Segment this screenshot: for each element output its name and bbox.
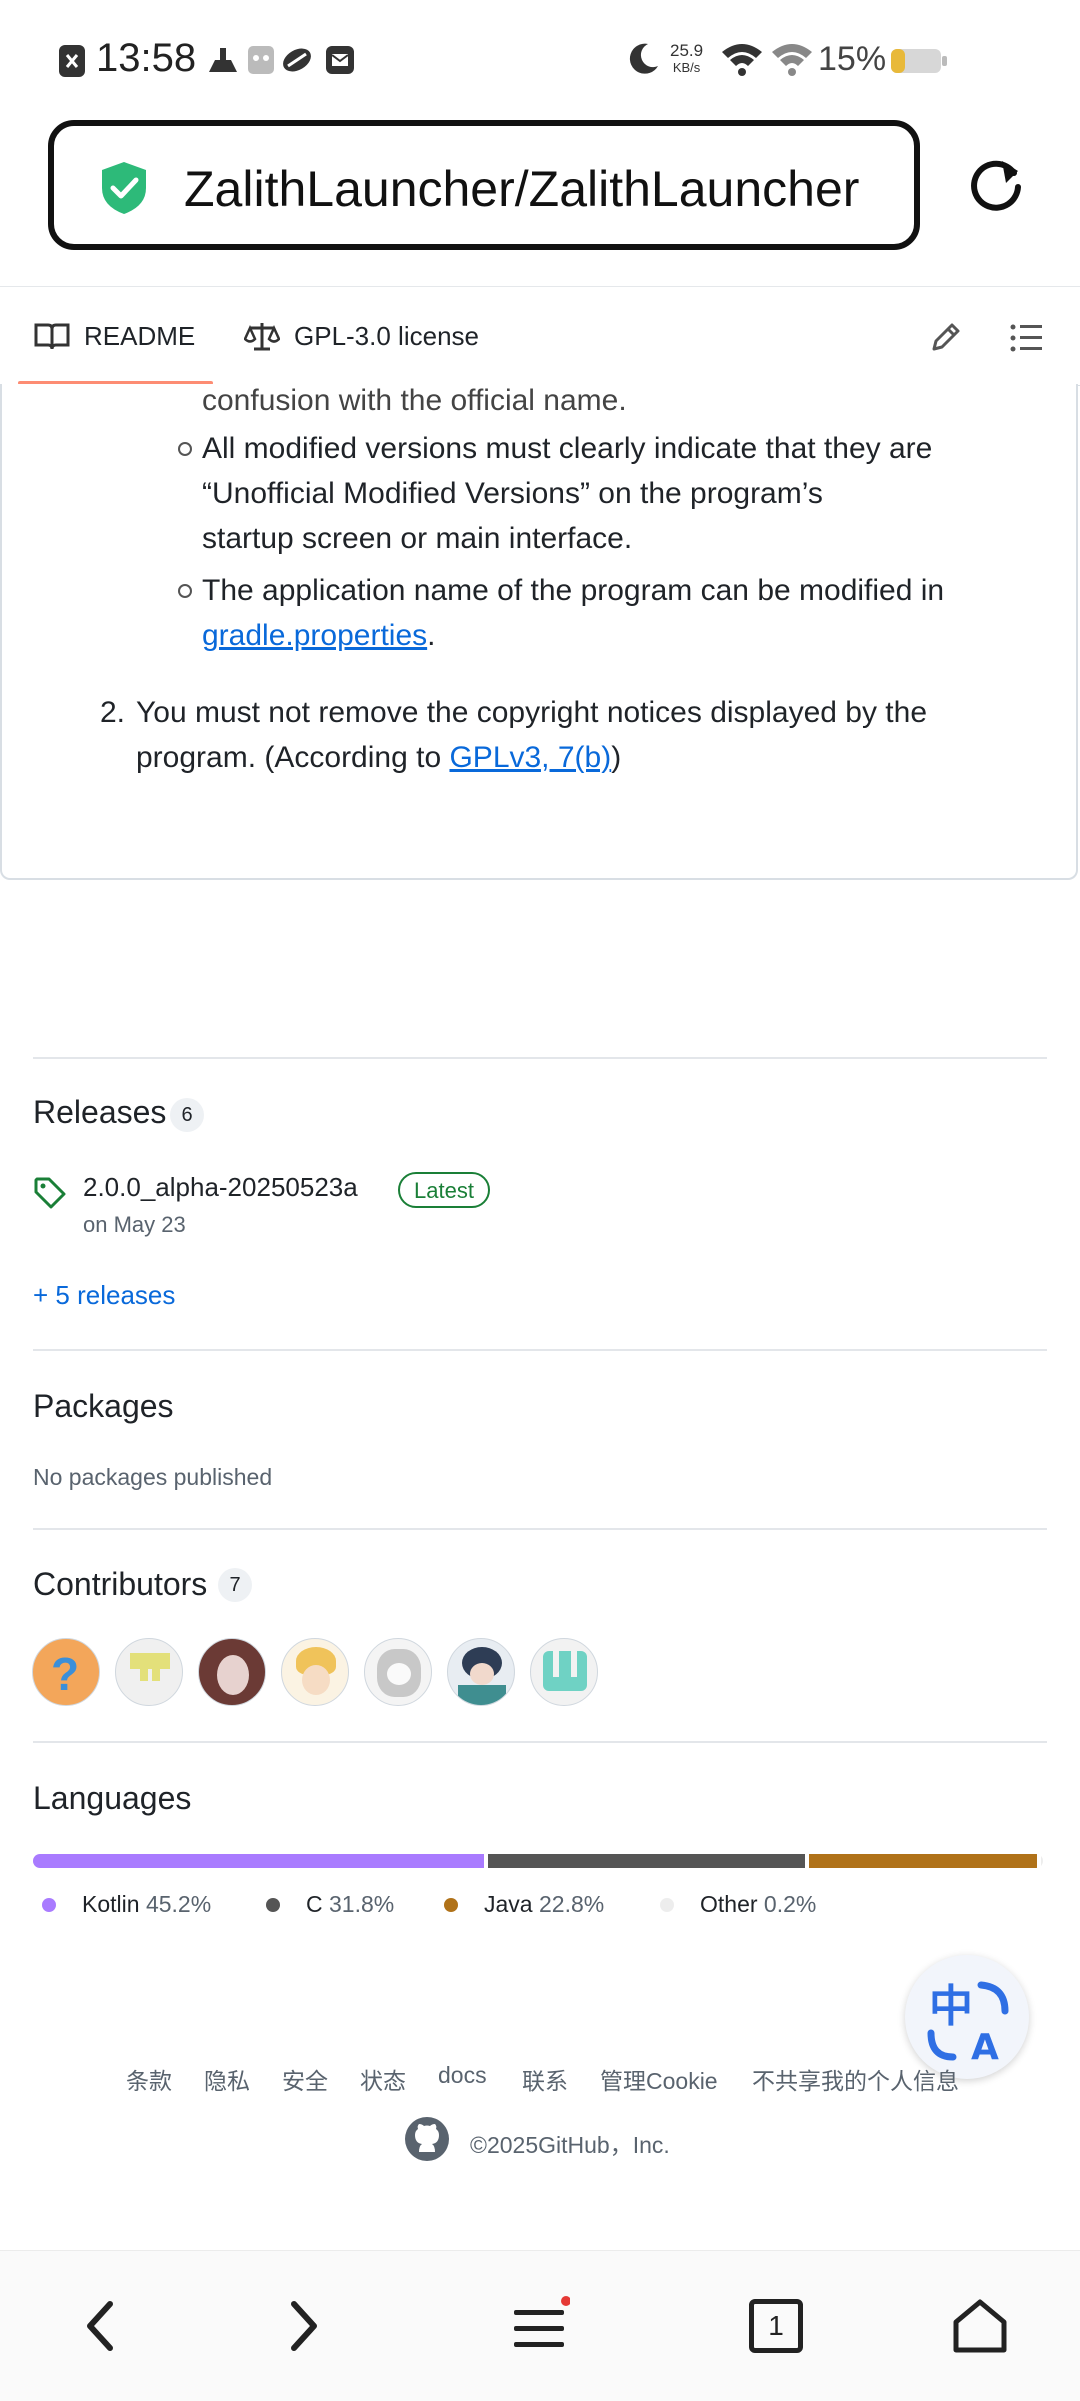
packages-empty-text: No packages published bbox=[33, 1464, 273, 1490]
menu-icon bbox=[514, 2296, 570, 2347]
footer-link-contact[interactable]: 联系 bbox=[522, 2062, 568, 2096]
footer-link-do-not-share[interactable]: 不共享我的个人信息 bbox=[752, 2062, 959, 2096]
language-bar-segment-c bbox=[488, 1854, 806, 1868]
readme-cut-line: confusion with the official name. bbox=[202, 384, 627, 417]
network-speed: 25.9 KB/s bbox=[670, 41, 704, 75]
bullet-app-name: The application name of the program can … bbox=[202, 574, 945, 652]
secure-shield-icon bbox=[102, 162, 146, 214]
status-bar: 13:58 25.9 KB/s 15% bbox=[0, 0, 1080, 120]
gradle-properties-link[interactable]: gradle.properties bbox=[202, 619, 427, 652]
back-arrow-icon bbox=[87, 2301, 113, 2351]
avatar[interactable] bbox=[530, 1638, 598, 1706]
gplv3-link[interactable]: GPLv3, 7(b) bbox=[449, 741, 611, 774]
languages-heading: Languages bbox=[33, 1780, 192, 1816]
readme-content: confusion with the official name. All mo… bbox=[0, 384, 1078, 880]
contributors-heading[interactable]: Contributors bbox=[33, 1566, 207, 1603]
language-bar-segment-kotlin bbox=[33, 1854, 485, 1868]
forward-button[interactable] bbox=[244, 2251, 364, 2401]
footer-link-cookies[interactable]: 管理Cookie bbox=[600, 2062, 718, 2096]
language-other: Other 0.2% bbox=[660, 1891, 816, 1918]
bullet-marker bbox=[178, 442, 192, 456]
language-bar-segment-java bbox=[809, 1854, 1037, 1868]
bullet-marker bbox=[178, 584, 192, 598]
tab-license[interactable]: GPL-3.0 license bbox=[244, 287, 479, 385]
footer-link-privacy[interactable]: 隐私 bbox=[204, 2062, 250, 2096]
tab-readme[interactable]: README bbox=[34, 287, 195, 385]
avatar[interactable] bbox=[364, 1638, 432, 1706]
footer-link-status[interactable]: 状态 bbox=[360, 2062, 406, 2096]
cleaner-icon bbox=[209, 48, 237, 72]
translate-button[interactable]: 中 A bbox=[905, 1955, 1029, 2079]
address-bar-url[interactable]: ZalithLauncher/ZalithLauncher bbox=[184, 160, 884, 218]
battery-icon bbox=[891, 49, 947, 73]
list-number-2: 2. bbox=[100, 696, 126, 729]
language-c[interactable]: C 31.8% bbox=[266, 1891, 394, 1918]
wifi-2-icon bbox=[772, 44, 812, 76]
github-logo-icon[interactable] bbox=[404, 2116, 450, 2162]
home-button[interactable] bbox=[920, 2251, 1040, 2401]
more-releases-link[interactable]: + 5 releases bbox=[33, 1280, 175, 1311]
scale-icon bbox=[244, 323, 280, 351]
tag-icon bbox=[34, 1177, 66, 1209]
reload-icon[interactable] bbox=[966, 155, 1026, 215]
translate-icon: 中 A bbox=[927, 1981, 1009, 2068]
latest-badge: Latest bbox=[398, 1172, 490, 1208]
battery-percent: 15% bbox=[818, 40, 887, 78]
bullet-modified-versions: All modified versions must clearly indic… bbox=[202, 432, 933, 555]
back-button[interactable] bbox=[40, 2251, 160, 2401]
language-java[interactable]: Java 22.8% bbox=[444, 1891, 604, 1918]
tab-readme-label: README bbox=[84, 320, 196, 351]
avatar[interactable]: ? bbox=[32, 1638, 100, 1706]
releases-count: 6 bbox=[170, 1098, 204, 1132]
tab-license-label: GPL-3.0 license bbox=[294, 320, 479, 351]
footer-link-docs[interactable]: docs bbox=[438, 2062, 487, 2089]
footer-link-terms[interactable]: 条款 bbox=[126, 2062, 172, 2096]
java-dot bbox=[444, 1897, 458, 1912]
divider bbox=[33, 1057, 1047, 1059]
tab-count: 1 bbox=[749, 2299, 803, 2353]
link-icon bbox=[283, 48, 311, 72]
divider bbox=[33, 1349, 1047, 1351]
status-time: 13:58 bbox=[96, 36, 197, 80]
outline-list-icon[interactable] bbox=[1010, 323, 1044, 353]
svg-text:中: 中 bbox=[929, 1981, 973, 2032]
avatar[interactable] bbox=[281, 1638, 349, 1706]
avatar[interactable] bbox=[115, 1638, 183, 1706]
do-not-disturb-moon-icon bbox=[629, 43, 658, 74]
avatar[interactable] bbox=[447, 1638, 515, 1706]
address-bar[interactable]: ZalithLauncher/ZalithLauncher bbox=[48, 120, 920, 250]
notification-close-icon bbox=[59, 45, 85, 77]
forward-arrow-icon bbox=[291, 2301, 317, 2351]
svg-text:A: A bbox=[971, 2027, 999, 2068]
mail-icon bbox=[326, 46, 354, 74]
menu-button[interactable] bbox=[480, 2251, 600, 2401]
tabs-button[interactable]: 1 bbox=[716, 2251, 836, 2401]
language-kotlin[interactable]: Kotlin 45.2% bbox=[42, 1891, 211, 1918]
game-icon bbox=[248, 46, 274, 74]
copyright: ©2025GitHub，Inc. bbox=[470, 2132, 670, 2158]
home-icon bbox=[953, 2299, 1007, 2353]
latest-release-link[interactable]: 2.0.0_alpha-20250523a bbox=[83, 1172, 358, 1203]
readme-tab-bar: README GPL-3.0 license bbox=[0, 286, 1080, 386]
divider bbox=[33, 1528, 1047, 1530]
release-date: on May 23 bbox=[83, 1212, 186, 1237]
kotlin-dot bbox=[42, 1897, 56, 1912]
browser-bottom-nav: 1 bbox=[0, 2250, 1080, 2401]
packages-heading[interactable]: Packages bbox=[33, 1388, 174, 1425]
copyright-notice-item: You must not remove the copyright notice… bbox=[136, 696, 928, 774]
contributors-count: 7 bbox=[218, 1568, 252, 1602]
book-icon bbox=[34, 323, 70, 350]
c-dot bbox=[266, 1897, 280, 1912]
wifi-1-icon bbox=[722, 44, 762, 76]
language-bar bbox=[33, 1854, 1043, 1868]
other-dot bbox=[660, 1897, 674, 1912]
releases-heading[interactable]: Releases bbox=[33, 1094, 166, 1131]
avatar[interactable] bbox=[198, 1638, 266, 1706]
footer-link-security[interactable]: 安全 bbox=[282, 2062, 328, 2096]
divider bbox=[33, 1741, 1047, 1743]
edit-pencil-icon[interactable] bbox=[928, 321, 962, 355]
language-bar-segment-other bbox=[1041, 1854, 1043, 1868]
